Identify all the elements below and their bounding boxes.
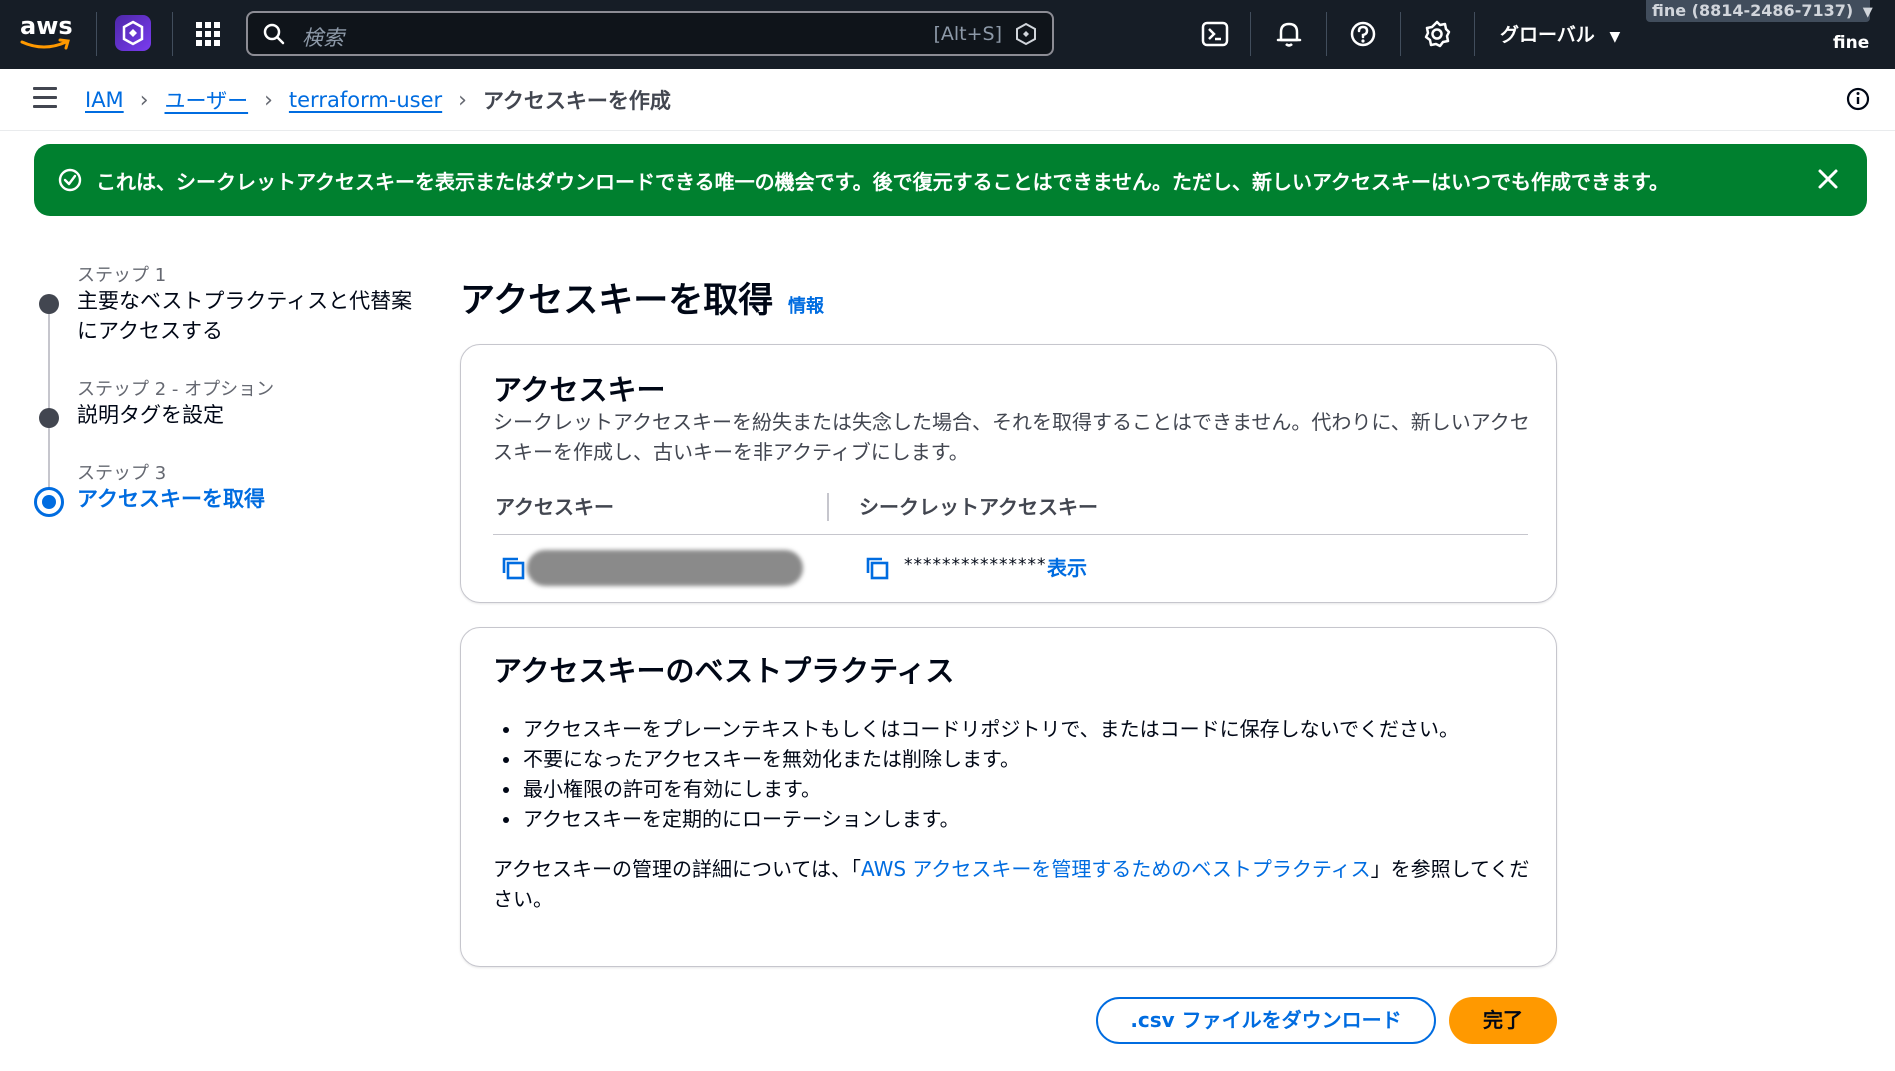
best-practices-note: アクセスキーの管理の詳細については、「AWS アクセスキーを管理するためのベスト…: [493, 854, 1533, 914]
close-icon[interactable]: [1815, 166, 1841, 192]
access-key-value-redacted: [527, 550, 803, 586]
step-title-cont: にアクセスする: [77, 319, 223, 343]
step-title: アクセスキーを取得: [77, 487, 265, 511]
card-heading: アクセスキー: [493, 373, 666, 407]
copy-icon[interactable]: [499, 554, 527, 582]
copy-icon[interactable]: [863, 554, 891, 582]
breadcrumb-user[interactable]: terraform-user: [289, 88, 442, 112]
nav-separator: [1474, 12, 1475, 56]
account-label: fine (8814-2486-7137): [1652, 1, 1854, 20]
bell-icon[interactable]: [1272, 17, 1306, 51]
step-number: ステップ 3: [77, 463, 167, 484]
card-description: シークレットアクセスキーを紛失または失念した場合、それを取得することはできません…: [493, 410, 1530, 464]
search-shortcut: [Alt+S]: [933, 23, 1002, 45]
menu-icon[interactable]: [33, 87, 57, 109]
aws-logo[interactable]: aws: [20, 14, 76, 54]
gear-icon[interactable]: [1420, 17, 1454, 51]
step-dot: [39, 408, 59, 428]
nav-separator: [96, 12, 97, 56]
nav-separator: [1326, 12, 1327, 56]
search-input[interactable]: 検索 [Alt+S]: [246, 11, 1054, 56]
secret-key-value: ***************: [904, 555, 1047, 575]
top-navigation: aws 検索 [Alt+S] グローバル ▼ fine (8814-2486-7…: [0, 0, 1895, 69]
caret-down-icon: ▼: [1862, 5, 1873, 20]
step-active-dot: [34, 487, 64, 517]
divider: [493, 534, 1528, 535]
download-csv-button[interactable]: .csv ファイルをダウンロード: [1096, 997, 1436, 1044]
breadcrumb-bar: IAM › ユーザー › terraform-user › アクセスキーを作成: [0, 69, 1895, 131]
region-selector[interactable]: グローバル ▼: [1500, 20, 1620, 47]
page-title: アクセスキーを取得: [460, 281, 774, 321]
breadcrumb-iam[interactable]: IAM: [85, 88, 124, 112]
access-key-card: アクセスキー シークレットアクセスキーを紛失または失念した場合、それを取得するこ…: [460, 344, 1557, 603]
info-link[interactable]: 情報: [788, 292, 824, 318]
breadcrumb: IAM › ユーザー › terraform-user › アクセスキーを作成: [85, 85, 671, 115]
nav-separator: [1400, 12, 1401, 56]
nav-separator: [1250, 12, 1251, 56]
help-icon[interactable]: [1346, 17, 1380, 51]
card-heading: アクセスキーのベストプラクティス: [493, 654, 955, 688]
note-prefix: アクセスキーの管理の詳細については、「: [493, 857, 861, 881]
cloudshell-icon[interactable]: [1198, 17, 1232, 51]
info-icon[interactable]: [1845, 86, 1871, 112]
success-check-icon: [58, 168, 82, 192]
account-user[interactable]: fine: [1833, 33, 1869, 53]
account-menu[interactable]: fine (8814-2486-7137) ▼: [1646, 0, 1873, 22]
step-title: 主要なベストプラクティスと代替案: [77, 289, 413, 313]
best-practices-card: アクセスキーのベストプラクティス アクセスキーをプレーンテキストもしくはコードリ…: [460, 627, 1557, 967]
success-flashbar: これは、シークレットアクセスキーを表示またはダウンロードできる唯一の機会です。後…: [34, 144, 1867, 216]
chevron-right-icon: ›: [139, 87, 149, 113]
caret-down-icon: ▼: [1609, 29, 1621, 45]
shortcut-hex-icon: [1016, 22, 1036, 46]
list-item: 最小権限の許可を有効にします。: [493, 774, 1459, 804]
breadcrumb-users[interactable]: ユーザー: [165, 85, 249, 115]
best-practices-link[interactable]: AWS アクセスキーを管理するためのベストプラクティス: [861, 857, 1371, 881]
show-secret-link[interactable]: 表示: [1047, 552, 1087, 581]
done-button[interactable]: 完了: [1449, 997, 1557, 1044]
chevron-right-icon: ›: [264, 87, 273, 113]
step-number: ステップ 2 - オプション: [77, 379, 275, 400]
secret-key-label: シークレットアクセスキー: [859, 495, 1098, 519]
flash-message: これは、シークレットアクセスキーを表示またはダウンロードできる唯一の機会です。後…: [96, 170, 1669, 194]
chevron-right-icon: ›: [458, 87, 467, 113]
step-dot: [39, 294, 59, 314]
breadcrumb-current: アクセスキーを作成: [482, 89, 671, 113]
search-icon: [263, 23, 285, 45]
list-item: 不要になったアクセスキーを無効化または削除します。: [493, 744, 1459, 774]
best-practices-list: アクセスキーをプレーンテキストもしくはコードリポジトリで、またはコードに保存しな…: [493, 714, 1459, 834]
step-number: ステップ 1: [77, 265, 167, 286]
search-placeholder: 検索: [302, 26, 344, 50]
service-shortcut-icon[interactable]: [115, 15, 151, 51]
list-item: アクセスキーをプレーンテキストもしくはコードリポジトリで、またはコードに保存しな…: [493, 714, 1459, 744]
aws-logo-text: aws: [20, 12, 73, 40]
aws-smile-icon: [20, 38, 70, 50]
step-connector: [48, 306, 50, 492]
column-divider: [827, 493, 829, 521]
access-key-label: アクセスキー: [495, 495, 614, 519]
apps-grid-icon[interactable]: [193, 19, 223, 49]
region-label: グローバル: [1500, 24, 1595, 46]
list-item: アクセスキーを定期的にローテーションします。: [493, 804, 1459, 834]
nav-separator: [172, 12, 173, 56]
step-title: 説明タグを設定: [77, 403, 224, 427]
